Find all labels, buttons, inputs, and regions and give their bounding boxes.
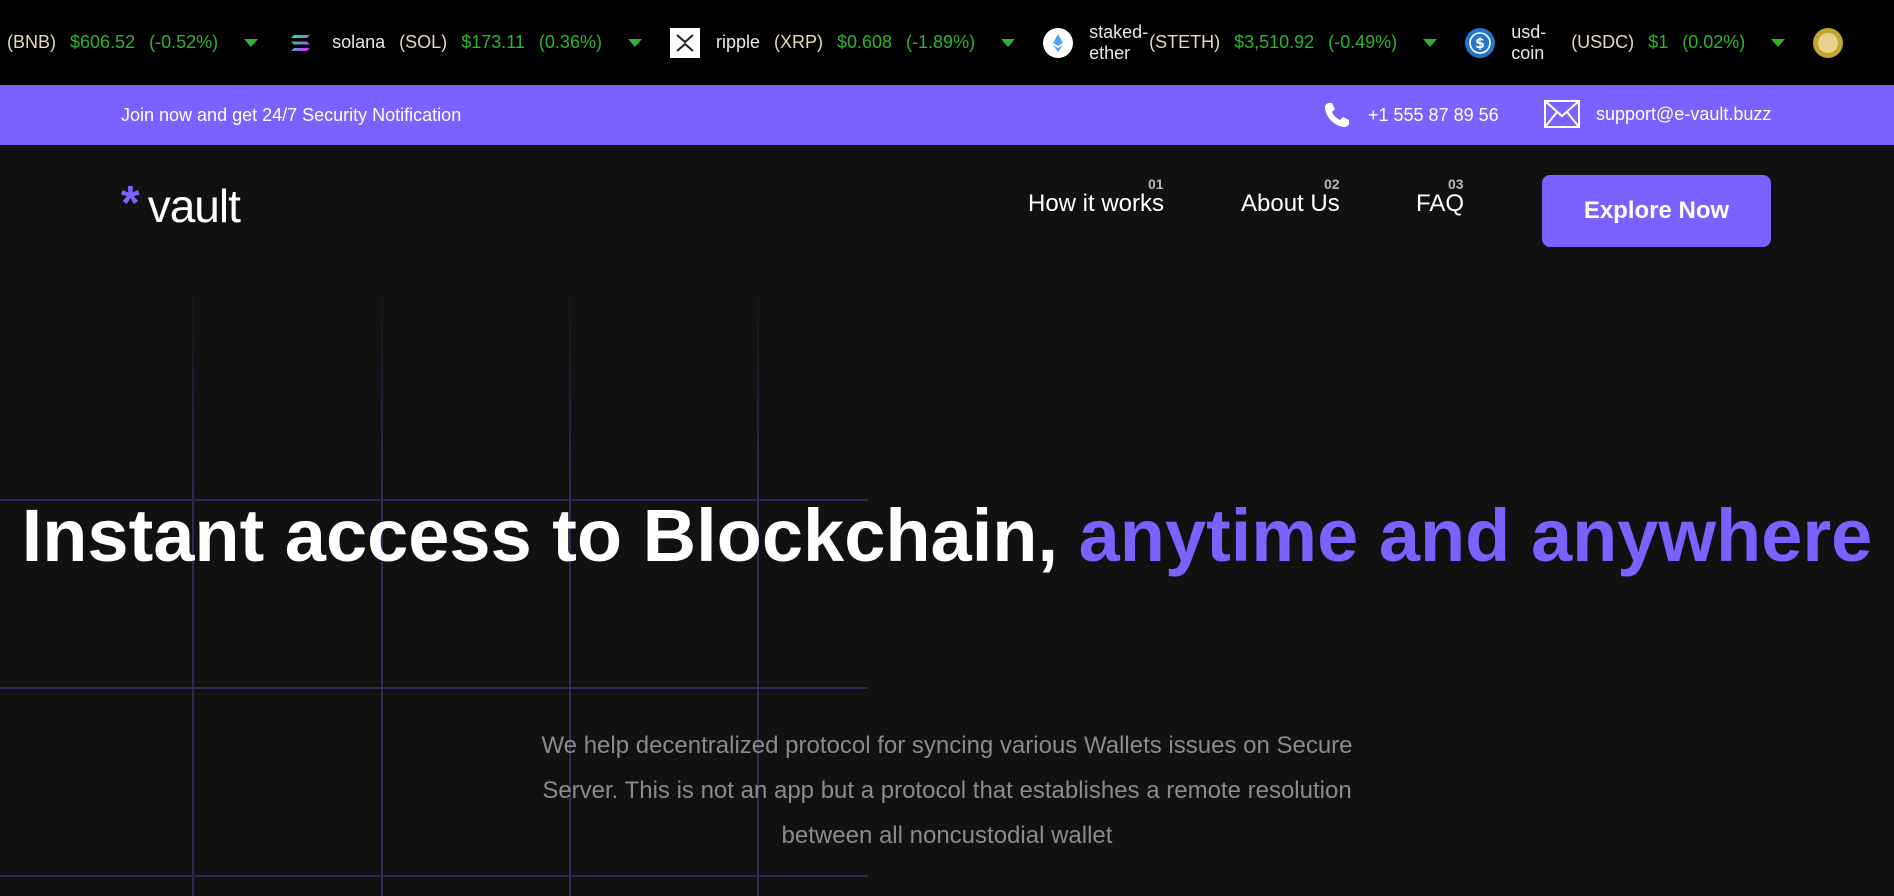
ticker-change: (0.02%)	[1682, 32, 1746, 52]
ticker-item-sol[interactable]: solana (SOL) $173.11 (0.36%)	[286, 28, 642, 58]
ticker-name: staked-ether	[1089, 21, 1149, 63]
email-address: support@e-vault.buzz	[1596, 103, 1772, 124]
notification-bar: Join now and get 24/7 Security Notificat…	[0, 85, 1894, 145]
ticker-symbol: (XRP)	[773, 32, 823, 52]
steth-icon	[1043, 27, 1074, 58]
ticker-price: $3,510.92	[1234, 32, 1315, 52]
phone-contact[interactable]: +1 555 87 89 56	[1322, 100, 1499, 130]
nav-how-it-works[interactable]: How it works	[1028, 190, 1164, 218]
hero-title: Instant access to Blockchain, anytime an…	[0, 490, 1894, 582]
caret-down-icon	[1771, 38, 1786, 47]
caret-down-icon	[1001, 38, 1016, 47]
ticker-symbol: (SOL)	[399, 32, 448, 52]
logo-text: vault	[147, 180, 241, 232]
ticker-change: (-0.52%)	[149, 32, 219, 52]
asterisk-icon: *	[121, 177, 140, 230]
explore-now-button[interactable]: Explore Now	[1542, 175, 1771, 247]
caret-down-icon	[1423, 38, 1438, 47]
hero-title-accent: anytime and anywhere	[1078, 494, 1873, 577]
caret-down-icon	[244, 38, 259, 47]
phone-icon	[1325, 103, 1349, 127]
ticker-name: usd-coin	[1511, 21, 1547, 63]
ticker-item-usdc[interactable]: $ usd-coin (USDC) $1 (0.02%)	[1465, 21, 1786, 64]
ticker-item-bnb[interactable]: n (BNB) $606.52 (-0.52%)	[0, 32, 259, 53]
ticker-change: (-0.49%)	[1328, 32, 1398, 52]
mail-icon	[1544, 100, 1580, 128]
dogecoin-icon	[1813, 27, 1844, 58]
solana-icon	[286, 28, 316, 58]
crypto-ticker: n (BNB) $606.52 (-0.52%) solana (SOL) $1…	[0, 0, 1894, 85]
notification-text: Join now and get 24/7 Security Notificat…	[121, 105, 462, 125]
site-logo[interactable]: * vault	[121, 177, 241, 232]
ticker-name: solana	[332, 32, 386, 52]
svg-text:$: $	[1475, 36, 1485, 52]
hero-subtitle: We help decentralized protocol for synci…	[541, 732, 1353, 849]
ticker-symbol: (BNB)	[7, 32, 57, 52]
nav-about-us[interactable]: About Us	[1241, 190, 1340, 218]
ticker-price: $606.52	[70, 32, 136, 52]
caret-down-icon	[627, 38, 642, 47]
ticker-item-doge[interactable]	[1813, 27, 1859, 58]
ticker-symbol: (USDC)	[1571, 32, 1635, 52]
phone-number: +1 555 87 89 56	[1368, 104, 1499, 125]
ticker-name: ripple	[715, 32, 760, 52]
ticker-price: $173.11	[461, 32, 525, 52]
xrp-icon	[669, 27, 700, 58]
email-contact[interactable]: support@e-vault.buzz	[1544, 100, 1771, 128]
ticker-change: (0.36%)	[538, 32, 602, 52]
nav-faq[interactable]: FAQ	[1416, 190, 1464, 218]
hero-title-main: Instant access to Blockchain,	[21, 494, 1079, 577]
ticker-symbol: (STETH)	[1149, 32, 1221, 52]
usdc-icon: $	[1465, 27, 1496, 58]
ticker-change: (-1.89%)	[906, 32, 976, 52]
ticker-price: $1	[1648, 32, 1669, 52]
ticker-price: $0.608	[836, 32, 893, 52]
ticker-item-xrp[interactable]: ripple (XRP) $0.608 (-1.89%)	[669, 27, 1016, 58]
ticker-item-steth[interactable]: staked-ether (STETH) $3,510.92 (-0.49%)	[1043, 21, 1438, 64]
